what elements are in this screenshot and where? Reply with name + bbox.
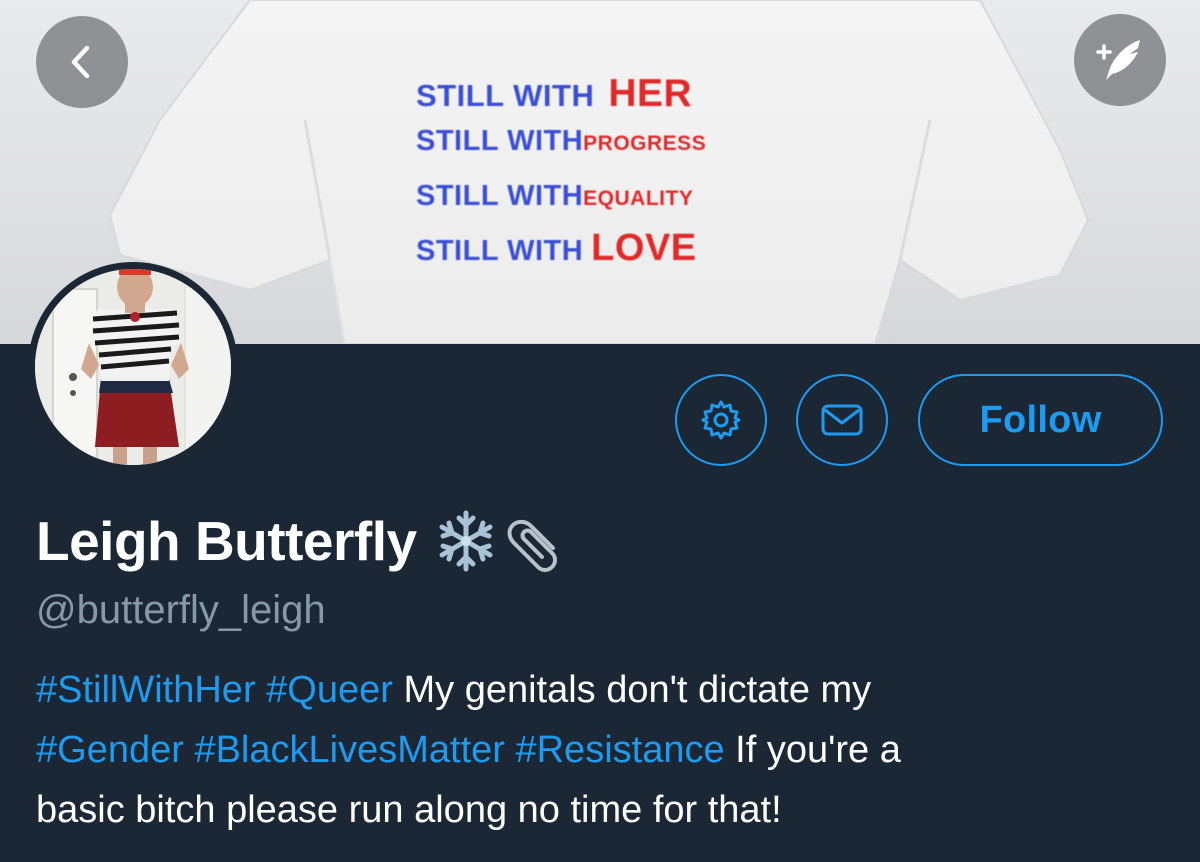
hashtag-link[interactable]: #BlackLivesMatter [194, 729, 504, 771]
shirt-line-4: STILL WITH LOVE [416, 227, 697, 269]
avatar-photo [35, 269, 231, 465]
snowflake-icon [433, 508, 499, 574]
shirt-line-2: STILL WITHPROGRESS [416, 125, 707, 157]
chevron-left-icon [71, 45, 90, 79]
display-name: Leigh Butterfly [36, 510, 417, 572]
compose-tweet-button[interactable] [1074, 14, 1166, 106]
shirt-line-1: STILL WITH HER [416, 72, 693, 115]
avatar[interactable] [28, 262, 238, 472]
hashtag-link[interactable]: #Resistance [515, 729, 724, 771]
hashtag-link[interactable]: #Gender [36, 729, 184, 771]
bio-text: basic bitch please run along no time for… [36, 789, 782, 831]
hashtag-link[interactable]: #StillWithHer [36, 669, 256, 711]
profile-page: STILL WITH HER STILL WITHPROGRESS STILL W… [0, 0, 1200, 862]
back-button[interactable] [36, 16, 128, 108]
shirt-line-3: STILL WITHEQUALITY [416, 180, 694, 212]
bio-text: My genitals don't dictate my [403, 669, 872, 711]
follow-button[interactable]: Follow [918, 374, 1163, 466]
settings-button[interactable] [675, 374, 767, 466]
user-handle: @butterfly_leigh [36, 588, 326, 632]
hashtag-link[interactable]: #Queer [266, 669, 393, 711]
message-button[interactable] [796, 374, 888, 466]
compose-tweet-icon [1096, 40, 1140, 80]
name-row: Leigh Butterfly [36, 508, 569, 574]
envelope-icon [821, 404, 863, 436]
gear-icon [701, 400, 741, 440]
bio-text: If you're a [735, 729, 901, 771]
paperclip-icon [505, 508, 569, 574]
profile-bio: #StillWithHer #Queer My genitals don't d… [36, 660, 1176, 840]
